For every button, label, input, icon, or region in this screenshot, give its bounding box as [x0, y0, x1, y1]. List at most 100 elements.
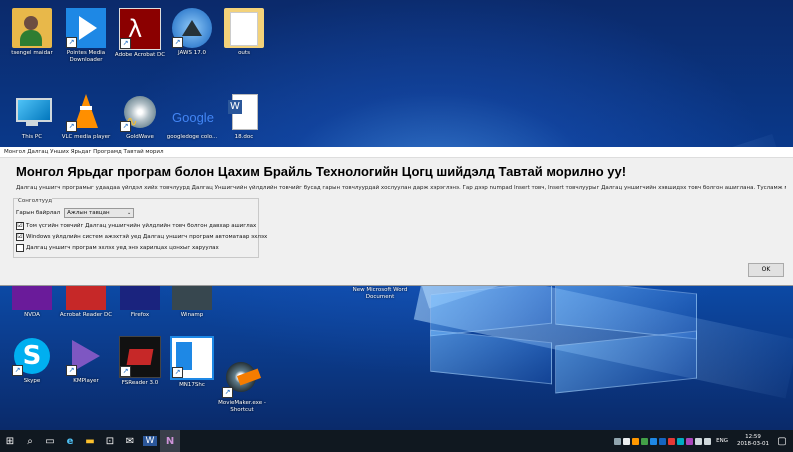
vlc-cone-icon: ↗	[66, 92, 106, 132]
clock[interactable]: 12:59 2018-03-01	[737, 434, 769, 448]
option3-checkbox[interactable]	[16, 244, 24, 252]
icon-label: Winamp	[180, 312, 204, 318]
shortcut-arrow-icon: ↗	[66, 121, 77, 132]
tray-bluetooth-icon[interactable]	[659, 437, 667, 445]
shortcut-arrow-icon: ↗	[172, 37, 183, 48]
tray-app-icon[interactable]	[623, 437, 631, 445]
option-row[interactable]: ☑ Windows үйлдлийн систем ажэхтэй уед Да…	[16, 233, 267, 241]
desktop-icon-skype[interactable]: S ↗ Skype	[4, 336, 60, 385]
system-tray: ENG 12:59 2018-03-01 ▢	[614, 430, 793, 452]
store-icon: ⊡	[105, 435, 115, 447]
icon-label: Skype	[23, 378, 41, 384]
nvda-icon: N	[165, 435, 175, 447]
tray-app-icon[interactable]	[668, 437, 676, 445]
desktop-icon-moviemaker[interactable]: ↗ MovieMaker.exe - Shortcut	[212, 358, 272, 414]
search-icon: ⌕	[27, 435, 33, 447]
tray-network-icon[interactable]	[695, 437, 703, 445]
tray-app-icon[interactable]	[677, 437, 685, 445]
shortcut-arrow-icon: ↗	[120, 121, 131, 132]
tray-app-icon[interactable]	[641, 437, 649, 445]
desktop-icon-pointes[interactable]: ↗ Pointes Media Downloader	[58, 8, 114, 64]
icon-label: VLC media player	[61, 134, 111, 140]
layout-row: Гарын байрлал Ажлын тавцан ⌄	[16, 208, 135, 218]
desktop-icon-kmplayer[interactable]: ↗ KMPlayer	[58, 336, 114, 385]
shortcut-arrow-icon: ↗	[222, 387, 233, 398]
chevron-down-icon: ⌄	[126, 210, 132, 216]
clock-time: 12:59	[745, 434, 761, 440]
icon-label: NVDA	[24, 312, 40, 318]
desktop-icon-jaws[interactable]: ↗ JAWS 17.0	[164, 8, 220, 57]
icon-label: tsengel maidar	[11, 50, 53, 56]
ok-button[interactable]: OK	[748, 263, 784, 277]
shortcut-arrow-icon: ↗	[66, 365, 77, 376]
options-group: Сонголтууд Гарын байрлал Ажлын тавцан ⌄ …	[13, 198, 267, 258]
icon-label: Firefox	[130, 312, 150, 318]
word-icon: W	[142, 436, 158, 446]
mn17-icon: ↗	[170, 336, 214, 380]
tray-app-icon[interactable]	[686, 437, 694, 445]
notifications-button[interactable]: ▢	[775, 430, 789, 452]
tray-app-icon[interactable]	[632, 437, 640, 445]
welcome-dialog: Монгол Далгац Унших Ярьдаг Програмд Тавт…	[0, 147, 793, 286]
dialog-title-bar[interactable]: Монгол Далгац Унших Ярьдаг Програмд Тавт…	[0, 147, 793, 158]
computer-icon	[12, 92, 52, 132]
icon-label: This PC	[21, 134, 43, 140]
jaws-icon: ↗	[172, 8, 212, 48]
start-button[interactable]: ⊞	[0, 430, 20, 452]
tray-app-icon[interactable]	[650, 437, 658, 445]
desktop-icon-fsreader[interactable]: ↗ FSReader 3.0	[112, 336, 168, 387]
taskbar-explorer[interactable]: ▬	[80, 430, 100, 452]
mail-icon: ✉	[125, 435, 135, 447]
desktop-icon-vlc[interactable]: ↗ VLC media player	[58, 92, 114, 141]
search-button[interactable]: ⌕	[20, 430, 40, 452]
option2-checkbox[interactable]: ☑	[16, 233, 24, 241]
desktop-icon-goldwave[interactable]: ∿ ↗ GoldWave	[112, 92, 168, 141]
taskbar-edge[interactable]: e	[60, 430, 80, 452]
task-view-icon: ▭	[45, 435, 55, 447]
icon-label: FSReader 3.0	[121, 380, 159, 386]
icon-label: Acrobat Reader DC	[59, 312, 113, 318]
input-language[interactable]: ENG	[716, 438, 728, 444]
google-icon: Google	[172, 110, 214, 125]
option2-label: Windows үйлдлийн систем ажэхтэй уед Далг…	[26, 234, 268, 240]
film-reel-icon: ↗	[222, 358, 262, 398]
layout-select-value: Ажлын тавцан	[67, 210, 110, 216]
taskbar-mail[interactable]: ✉	[120, 430, 140, 452]
folder-icon	[224, 8, 264, 48]
keyboard-layout-select[interactable]: Ажлын тавцан ⌄	[64, 208, 135, 218]
tray-person-icon[interactable]	[614, 437, 622, 445]
desktop-icon-acrobat[interactable]: λ ↗ Adobe Acrobat DC	[112, 8, 168, 59]
icon-label: googledoge colo...	[166, 134, 218, 140]
clock-date: 2018-03-01	[737, 441, 769, 447]
desktop-icon-this-pc[interactable]: This PC	[4, 92, 60, 141]
icon-label: JAWS 17.0	[178, 50, 206, 56]
notification-icon: ▢	[777, 435, 787, 447]
taskbar-word[interactable]: W	[140, 430, 160, 452]
edge-icon: e	[66, 435, 74, 447]
goldwave-icon: ∿ ↗	[120, 92, 160, 132]
user-folder-icon	[12, 8, 52, 48]
option1-label: Том үсгийн товчийг Далгац уншигчийн үйлд…	[26, 223, 257, 229]
taskbar-nvda[interactable]: N	[160, 430, 180, 452]
skype-icon: S ↗	[12, 336, 52, 376]
taskbar: ⊞ ⌕ ▭ e ▬ ⊡ ✉ W N ENG 12:59 2018-03-01 ▢	[0, 430, 793, 452]
options-group-title: Сонголтууд	[18, 198, 53, 204]
icon-label: outs	[238, 50, 250, 56]
desktop-icon-google[interactable]: Google googledoge colo...	[164, 92, 220, 141]
desktop-icon-new-doc[interactable]: New Microsoft Word Document	[350, 285, 410, 301]
kmplayer-icon: ↗	[66, 336, 106, 376]
icon-label: Adobe Acrobat DC	[114, 52, 166, 58]
dialog-description: Далгац уншигч програмыг удаадаа үйлдэл х…	[16, 185, 786, 191]
desktop-icon-user[interactable]: tsengel maidar	[4, 8, 60, 57]
icon-label: GoldWave	[126, 134, 154, 140]
desktop-icon-outs[interactable]: outs	[216, 8, 272, 57]
tray-volume-icon[interactable]	[704, 437, 712, 445]
option3-label: Далгац уншигч програм эхлэх уед энэ хари…	[26, 245, 219, 251]
option-row[interactable]: ☑ Том үсгийн товчийг Далгац уншигчийн үй…	[16, 222, 256, 230]
taskbar-store[interactable]: ⊡	[100, 430, 120, 452]
option-row[interactable]: Далгац уншигч програм эхлэх уед энэ хари…	[16, 244, 219, 252]
option1-checkbox[interactable]: ☑	[16, 222, 24, 230]
desktop-icon-doc[interactable]: W 18.doc	[216, 92, 272, 141]
task-view-button[interactable]: ▭	[40, 430, 60, 452]
shortcut-arrow-icon: ↗	[66, 37, 77, 48]
